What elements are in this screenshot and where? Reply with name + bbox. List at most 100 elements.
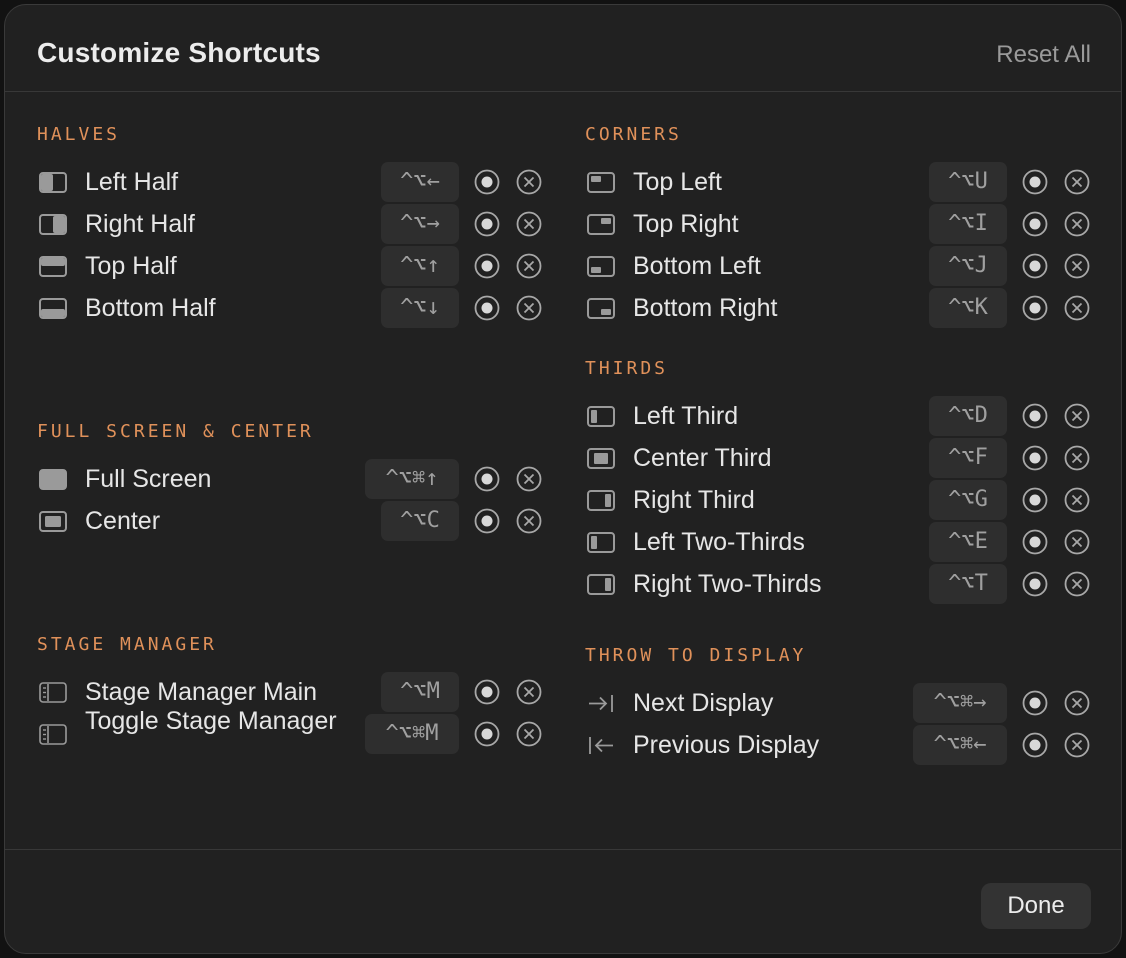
shortcut-key-field[interactable]: ^⌥←	[381, 162, 459, 202]
shortcut-label: Bottom Half	[85, 294, 216, 322]
section-title-display: THROW TO DISPLAY	[585, 645, 807, 666]
shortcut-row-toggle-stage-manager: Toggle Stage Manager ^⌥⌘M	[37, 707, 547, 755]
clear-shortcut-icon[interactable]	[1064, 253, 1090, 279]
shortcut-label: Top Left	[633, 168, 722, 196]
shortcut-key-field[interactable]: ^⌥↓	[381, 288, 459, 328]
section-title-stage: STAGE MANAGER	[37, 634, 217, 655]
clear-shortcut-icon[interactable]	[1064, 529, 1090, 555]
record-shortcut-icon[interactable]	[474, 679, 500, 705]
right-third-icon	[587, 574, 615, 595]
right-third-icon	[587, 490, 615, 511]
section-throw-to-display: THROW TO DISPLAY Next Display ^⌥⌘→ Previous…	[585, 644, 1095, 766]
shortcut-row-left-half: Left Half ^⌥←	[37, 161, 547, 203]
dialog-header: Customize Shortcuts Reset All	[5, 5, 1121, 92]
shortcut-label: Bottom Right	[633, 294, 778, 322]
clear-shortcut-icon[interactable]	[516, 169, 542, 195]
shortcut-label: Center	[85, 507, 161, 535]
shortcut-key-field[interactable]: ^⌥G	[929, 480, 1007, 520]
section-title-fullscreen: FULL SCREEN & CENTER	[37, 421, 314, 442]
clear-shortcut-icon[interactable]	[1064, 571, 1090, 597]
shortcut-label: Bottom Left	[633, 252, 761, 280]
record-shortcut-icon[interactable]	[1022, 529, 1048, 555]
record-shortcut-icon[interactable]	[1022, 445, 1048, 471]
shortcut-label: Top Right	[633, 210, 739, 238]
bottom-right-icon	[587, 298, 615, 319]
clear-shortcut-icon[interactable]	[1064, 445, 1090, 471]
section-halves: HALVES Left Half ^⌥← Right Half ^⌥→ Top Half ^…	[37, 123, 547, 329]
clear-shortcut-icon[interactable]	[516, 508, 542, 534]
top-left-icon	[587, 172, 615, 193]
record-shortcut-icon[interactable]	[474, 211, 500, 237]
shortcut-row-bottom-left: Bottom Left ^⌥J	[585, 245, 1095, 287]
record-shortcut-icon[interactable]	[474, 295, 500, 321]
shortcut-key-field[interactable]: ^⌥J	[929, 246, 1007, 286]
done-button[interactable]: Done	[981, 883, 1091, 929]
record-shortcut-icon[interactable]	[1022, 690, 1048, 716]
clear-shortcut-icon[interactable]	[516, 466, 542, 492]
shortcut-row-full-screen: Full Screen ^⌥⌘↑	[37, 458, 547, 500]
shortcut-row-top-left: Top Left ^⌥U	[585, 161, 1095, 203]
shortcut-key-field[interactable]: ^⌥M	[381, 672, 459, 712]
shortcut-key-field[interactable]: ^⌥⌘←	[913, 725, 1007, 765]
shortcut-label: Previous Display	[633, 731, 820, 759]
shortcut-key-field[interactable]: ^⌥⌘→	[913, 683, 1007, 723]
clear-shortcut-icon[interactable]	[1064, 169, 1090, 195]
record-shortcut-icon[interactable]	[474, 508, 500, 534]
shortcut-key-field[interactable]: ^⌥E	[929, 522, 1007, 562]
section-title-corners: CORNERS	[585, 124, 682, 145]
clear-shortcut-icon[interactable]	[516, 295, 542, 321]
clear-shortcut-icon[interactable]	[516, 721, 542, 747]
full-screen-icon	[39, 469, 67, 490]
shortcut-key-field[interactable]: ^⌥D	[929, 396, 1007, 436]
record-shortcut-icon[interactable]	[1022, 211, 1048, 237]
shortcut-label: Left Two-Thirds	[633, 528, 805, 556]
clear-shortcut-icon[interactable]	[516, 253, 542, 279]
shortcut-key-field[interactable]: ^⌥⌘M	[365, 714, 459, 754]
record-shortcut-icon[interactable]	[474, 466, 500, 492]
shortcut-row-bottom-right: Bottom Right ^⌥K	[585, 287, 1095, 329]
clear-shortcut-icon[interactable]	[1064, 211, 1090, 237]
shortcut-row-next-display: Next Display ^⌥⌘→	[585, 682, 1095, 724]
previous-display-icon	[587, 735, 615, 756]
record-shortcut-icon[interactable]	[474, 721, 500, 747]
shortcut-key-field[interactable]: ^⌥⌘↑	[365, 459, 459, 499]
shortcut-key-field[interactable]: ^⌥U	[929, 162, 1007, 202]
record-shortcut-icon[interactable]	[1022, 169, 1048, 195]
shortcut-key-field[interactable]: ^⌥↑	[381, 246, 459, 286]
shortcut-row-right-half: Right Half ^⌥→	[37, 203, 547, 245]
record-shortcut-icon[interactable]	[1022, 403, 1048, 429]
record-shortcut-icon[interactable]	[474, 253, 500, 279]
customize-shortcuts-dialog: Customize Shortcuts Reset All HALVES Left…	[4, 4, 1122, 954]
reset-all-button[interactable]: Reset All	[996, 41, 1091, 69]
shortcut-row-bottom-half: Bottom Half ^⌥↓	[37, 287, 547, 329]
shortcut-key-field[interactable]: ^⌥→	[381, 204, 459, 244]
clear-shortcut-icon[interactable]	[1064, 690, 1090, 716]
shortcut-row-left-third: Left Third ^⌥D	[585, 395, 1095, 437]
record-shortcut-icon[interactable]	[474, 169, 500, 195]
shortcut-label: Left Third	[633, 402, 739, 430]
clear-shortcut-icon[interactable]	[516, 211, 542, 237]
clear-shortcut-icon[interactable]	[1064, 487, 1090, 513]
record-shortcut-icon[interactable]	[1022, 253, 1048, 279]
record-shortcut-icon[interactable]	[1022, 295, 1048, 321]
shortcut-key-field[interactable]: ^⌥C	[381, 501, 459, 541]
shortcut-key-field[interactable]: ^⌥I	[929, 204, 1007, 244]
shortcut-row-top-right: Top Right ^⌥I	[585, 203, 1095, 245]
section-full-screen-center: FULL SCREEN & CENTER Full Screen ^⌥⌘↑ Cente…	[37, 420, 547, 542]
shortcut-key-field[interactable]: ^⌥K	[929, 288, 1007, 328]
clear-shortcut-icon[interactable]	[1064, 403, 1090, 429]
record-shortcut-icon[interactable]	[1022, 487, 1048, 513]
shortcut-label: Toggle Stage Manager	[85, 707, 337, 735]
clear-shortcut-icon[interactable]	[516, 679, 542, 705]
clear-shortcut-icon[interactable]	[1064, 295, 1090, 321]
record-shortcut-icon[interactable]	[1022, 571, 1048, 597]
center-icon	[39, 511, 67, 532]
shortcut-key-field[interactable]: ^⌥T	[929, 564, 1007, 604]
left-third-icon	[587, 406, 615, 427]
top-right-icon	[587, 214, 615, 235]
shortcut-label: Center Third	[633, 444, 772, 472]
record-shortcut-icon[interactable]	[1022, 732, 1048, 758]
shortcut-key-field[interactable]: ^⌥F	[929, 438, 1007, 478]
clear-shortcut-icon[interactable]	[1064, 732, 1090, 758]
shortcut-label: Right Half	[85, 210, 195, 238]
